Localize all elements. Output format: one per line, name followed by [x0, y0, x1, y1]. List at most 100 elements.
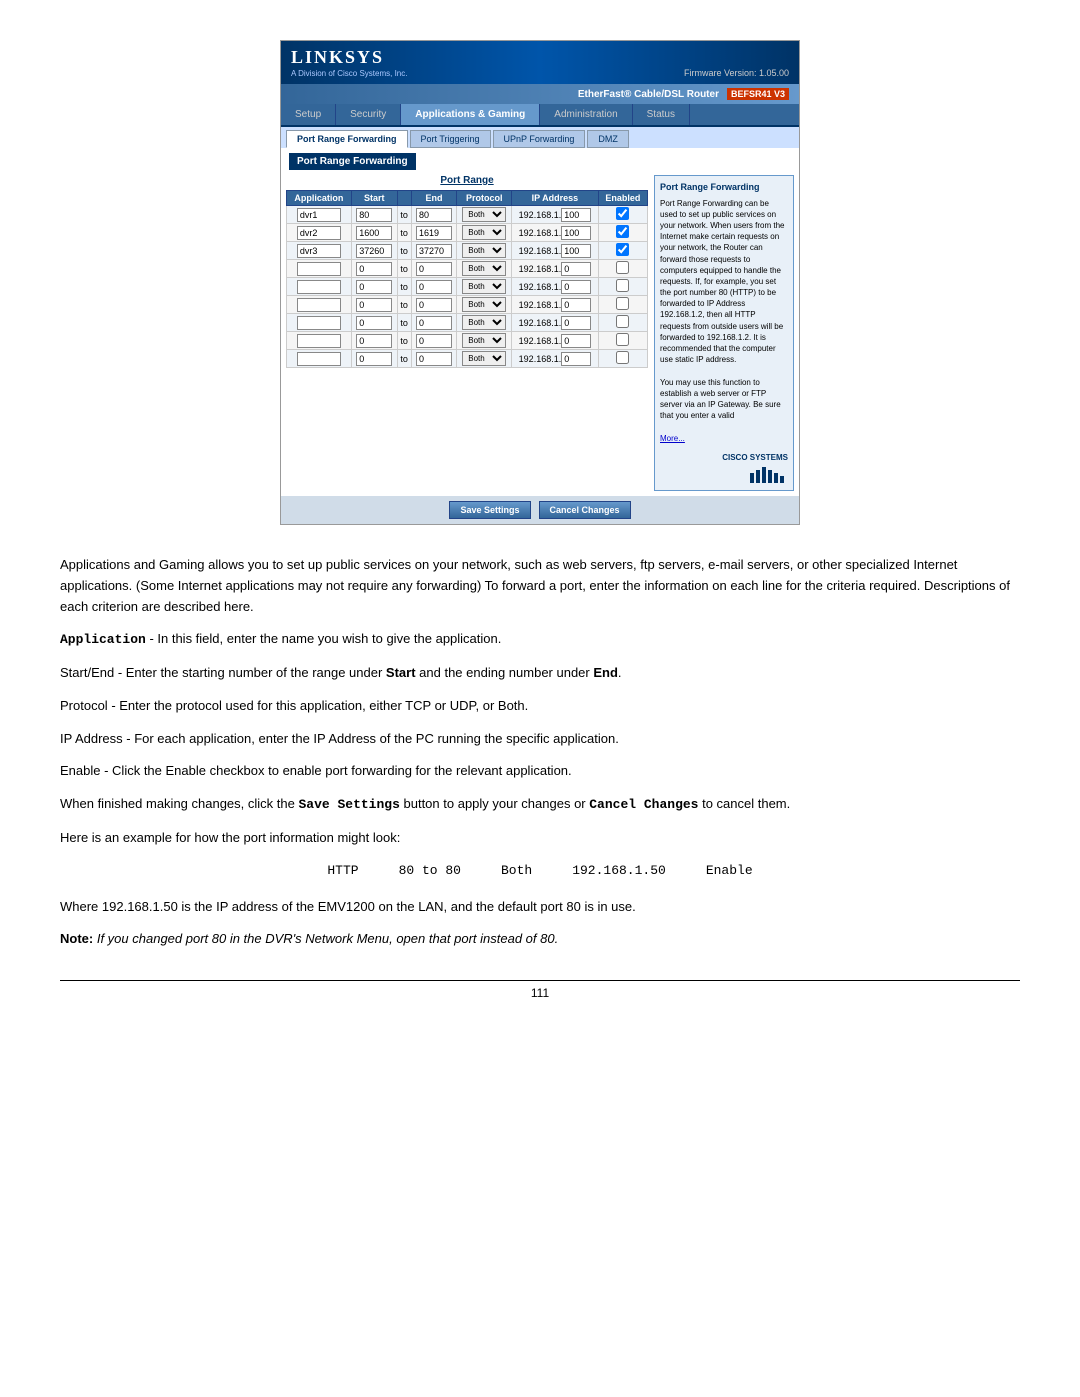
ip-last-input[interactable]: [561, 334, 591, 348]
enabled-checkbox[interactable]: [616, 225, 629, 238]
sidebar-more-link[interactable]: More...: [660, 434, 685, 443]
tab-applications-gaming[interactable]: Applications & Gaming: [401, 104, 540, 125]
enabled-checkbox[interactable]: [616, 351, 629, 364]
save-settings-button[interactable]: Save Settings: [449, 501, 530, 519]
end-input[interactable]: [416, 298, 452, 312]
ip-prefix: 192.168.1.: [519, 210, 562, 220]
app-input[interactable]: [297, 334, 341, 348]
protocol-paragraph: Protocol - Enter the protocol used for t…: [60, 696, 1020, 717]
cancel-changes-button[interactable]: Cancel Changes: [539, 501, 631, 519]
example-enable: Enable: [706, 861, 753, 882]
app-input[interactable]: [297, 244, 341, 258]
product-name: EtherFast® Cable/DSL Router: [578, 89, 719, 100]
example-range: 80 to 80: [399, 861, 461, 882]
app-input[interactable]: [297, 316, 341, 330]
end-input[interactable]: [416, 352, 452, 366]
ip-last-input[interactable]: [561, 244, 591, 258]
protocol-select[interactable]: BothTCPUDP: [462, 297, 506, 312]
enabled-checkbox[interactable]: [616, 315, 629, 328]
enabled-checkbox[interactable]: [616, 207, 629, 220]
sub-tab-port-triggering[interactable]: Port Triggering: [410, 130, 491, 148]
model-badge: BEFSR41 V3: [727, 88, 789, 100]
start-input[interactable]: [356, 244, 392, 258]
protocol-select[interactable]: BothTCPUDP: [462, 261, 506, 276]
app-input[interactable]: [297, 262, 341, 276]
protocol-select[interactable]: BothTCPUDP: [462, 225, 506, 240]
tab-security[interactable]: Security: [336, 104, 401, 125]
enabled-checkbox[interactable]: [616, 243, 629, 256]
enabled-checkbox[interactable]: [616, 261, 629, 274]
linksys-logo: LINKSYS: [291, 47, 407, 68]
description-section: Applications and Gaming allows you to se…: [60, 555, 1020, 950]
app-input[interactable]: [297, 280, 341, 294]
table-row: toBothTCPUDP192.168.1.: [287, 296, 648, 314]
end-input[interactable]: [416, 280, 452, 294]
ip-prefix: 192.168.1.: [519, 300, 562, 310]
firmware-version: Firmware Version: 1.05.00: [684, 68, 789, 78]
end-input[interactable]: [416, 316, 452, 330]
enabled-checkbox[interactable]: [616, 297, 629, 310]
protocol-select[interactable]: BothTCPUDP: [462, 279, 506, 294]
enabled-checkbox[interactable]: [616, 333, 629, 346]
sidebar-help-title: Port Range Forwarding: [660, 181, 788, 194]
footer-buttons: Save Settings Cancel Changes: [281, 496, 799, 524]
product-bar: EtherFast® Cable/DSL Router BEFSR41 V3: [281, 84, 799, 104]
protocol-select[interactable]: BothTCPUDP: [462, 333, 506, 348]
ip-last-input[interactable]: [561, 226, 591, 240]
sub-tab-dmz[interactable]: DMZ: [587, 130, 629, 148]
end-input[interactable]: [416, 226, 452, 240]
protocol-select[interactable]: BothTCPUDP: [462, 243, 506, 258]
to-label: to: [397, 332, 411, 350]
ip-last-input[interactable]: [561, 352, 591, 366]
app-input[interactable]: [297, 352, 341, 366]
protocol-select[interactable]: BothTCPUDP: [462, 207, 506, 222]
end-input[interactable]: [416, 244, 452, 258]
tab-administration[interactable]: Administration: [540, 104, 632, 125]
ip-last-input[interactable]: [561, 208, 591, 222]
end-input[interactable]: [416, 208, 452, 222]
port-range-table: Application Start End Protocol IP Addres…: [286, 190, 648, 368]
start-input[interactable]: [356, 280, 392, 294]
col-protocol: Protocol: [457, 191, 512, 206]
start-input[interactable]: [356, 298, 392, 312]
enabled-checkbox[interactable]: [616, 279, 629, 292]
cisco-icon: [748, 465, 788, 485]
app-input[interactable]: [297, 208, 341, 222]
enable-paragraph: Enable - Click the Enable checkbox to en…: [60, 761, 1020, 782]
ip-prefix: 192.168.1.: [519, 246, 562, 256]
start-input[interactable]: [356, 334, 392, 348]
sub-tab-upnp-forwarding[interactable]: UPnP Forwarding: [493, 130, 586, 148]
to-label: to: [397, 314, 411, 332]
to-label: to: [397, 260, 411, 278]
intro-paragraph: Applications and Gaming allows you to se…: [60, 555, 1020, 617]
tab-status[interactable]: Status: [633, 104, 690, 125]
main-form: Port Range Application Start End Protoco…: [286, 175, 648, 491]
ip-last-input[interactable]: [561, 280, 591, 294]
table-row: toBothTCPUDP192.168.1.: [287, 206, 648, 224]
end-input[interactable]: [416, 262, 452, 276]
start-input[interactable]: [356, 352, 392, 366]
note-paragraph: Note: If you changed port 80 in the DVR'…: [60, 929, 1020, 950]
table-row: toBothTCPUDP192.168.1.: [287, 224, 648, 242]
start-input[interactable]: [356, 208, 392, 222]
start-input[interactable]: [356, 226, 392, 240]
app-input[interactable]: [297, 298, 341, 312]
firmware-info: Firmware Version: 1.05.00: [684, 68, 789, 78]
ip-last-input[interactable]: [561, 298, 591, 312]
sub-tab-port-range-forwarding[interactable]: Port Range Forwarding: [286, 130, 408, 148]
ip-last-input[interactable]: [561, 316, 591, 330]
router-header: LINKSYS A Division of Cisco Systems, Inc…: [281, 41, 799, 84]
start-input[interactable]: [356, 262, 392, 276]
example-both: Both: [501, 861, 532, 882]
port-range-title: Port Range: [286, 175, 648, 186]
start-input[interactable]: [356, 316, 392, 330]
tab-setup[interactable]: Setup: [281, 104, 336, 125]
app-input[interactable]: [297, 226, 341, 240]
ip-last-input[interactable]: [561, 262, 591, 276]
table-row: toBothTCPUDP192.168.1.: [287, 278, 648, 296]
end-input[interactable]: [416, 334, 452, 348]
ip-prefix: 192.168.1.: [519, 264, 562, 274]
protocol-select[interactable]: BothTCPUDP: [462, 351, 506, 366]
protocol-select[interactable]: BothTCPUDP: [462, 315, 506, 330]
application-paragraph: Application - In this field, enter the n…: [60, 629, 1020, 651]
